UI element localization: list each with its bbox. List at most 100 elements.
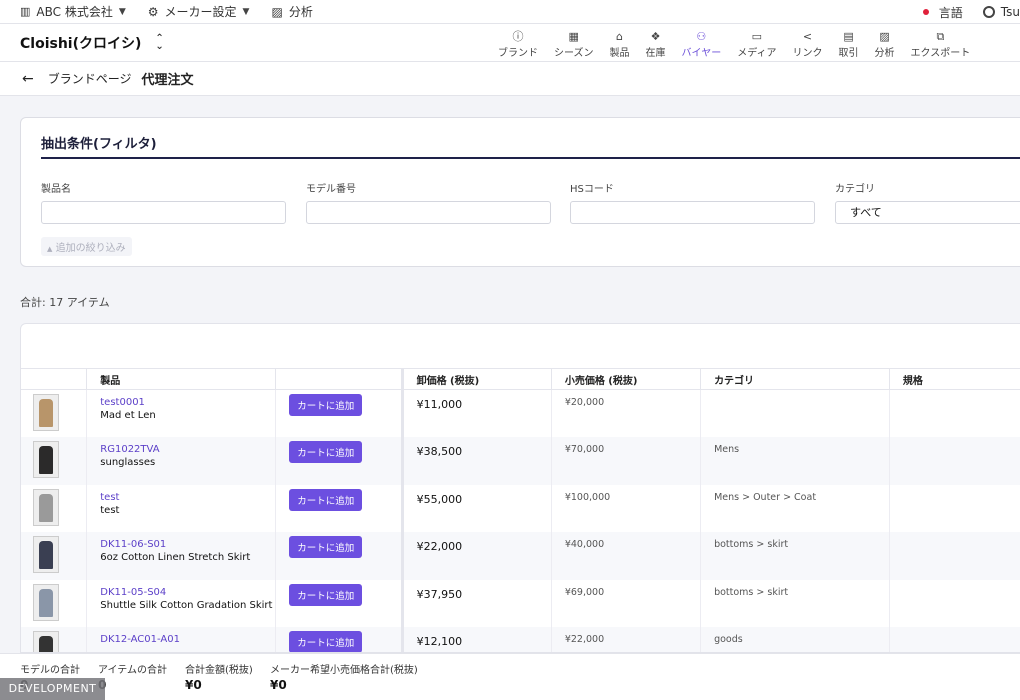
nav-item-receipt[interactable]: ▤ 取引 bbox=[831, 28, 867, 60]
product-image bbox=[39, 446, 53, 474]
product-thumbnail[interactable] bbox=[33, 441, 59, 478]
add-to-cart-button[interactable]: カートに追加 bbox=[289, 631, 363, 652]
category-select[interactable]: すべて bbox=[835, 201, 1020, 224]
retail-price: ¥70,000 bbox=[551, 437, 702, 485]
language-menu[interactable]: 言語 bbox=[922, 4, 963, 21]
product-thumbnail[interactable] bbox=[33, 536, 59, 573]
chart-icon: ▨ bbox=[879, 29, 890, 43]
totals-footer: モデルの合計 0 アイテムの合計 0 合計金額(税抜) ¥0 メーカー希望小売価… bbox=[0, 653, 1020, 700]
product-image bbox=[39, 541, 53, 569]
company-name: ABC 株式会社 bbox=[36, 5, 113, 19]
product-code-link[interactable]: DK12-AC01-A01 bbox=[100, 634, 275, 645]
product-thumbnail[interactable] bbox=[33, 488, 59, 526]
nav-item-cast[interactable]: ▭ メディア bbox=[729, 28, 784, 60]
wholesale-price: ¥11,000 bbox=[402, 389, 552, 437]
product-code-link[interactable]: RG1022TVA bbox=[100, 444, 275, 455]
action-cell: カートに追加 bbox=[275, 389, 404, 437]
user-menu[interactable]: Tsu bbox=[982, 5, 1020, 19]
spec-cell bbox=[889, 627, 1020, 652]
hanger-icon: ⌂ bbox=[616, 29, 623, 43]
product-thumbnail[interactable] bbox=[33, 583, 59, 621]
product-code-link[interactable]: DK11-06-S01 bbox=[100, 539, 275, 550]
nav-item-people[interactable]: ⚇ バイヤー bbox=[674, 28, 730, 60]
filter-card: 抽出条件(フィルタ) 製品名 モデル番号 HSコード カテゴリ すべて ▲ 追加… bbox=[20, 117, 1020, 267]
nav-item-boxes[interactable]: ❖ 在庫 bbox=[638, 28, 674, 60]
spec-cell bbox=[889, 579, 1020, 627]
receipt-icon: ▤ bbox=[843, 29, 854, 43]
model-number-label: モデル番号 bbox=[306, 184, 356, 195]
product-code-link[interactable]: test bbox=[100, 492, 275, 503]
product-cell: DK11-05-S04 Shuttle Silk Cotton Gradation… bbox=[86, 579, 277, 627]
table-row: test0001 Mad et Len カートに追加 ¥11,000 ¥20,000 bbox=[21, 389, 1020, 437]
model-number-input[interactable] bbox=[306, 201, 551, 224]
table-row: test test カートに追加 ¥55,000 ¥100,000 Mens > Oute… bbox=[21, 484, 1020, 532]
col-thumb bbox=[21, 368, 88, 390]
product-code-link[interactable]: test0001 bbox=[100, 397, 275, 408]
nav-item-grid[interactable]: ▦ シーズン bbox=[546, 28, 602, 60]
back-arrow-icon[interactable]: ← bbox=[22, 71, 34, 87]
total-items: アイテムの合計 0 bbox=[98, 661, 167, 692]
nav-item-label: メディア bbox=[737, 47, 777, 59]
hs-code-field: HSコード bbox=[570, 180, 815, 224]
nav-item-label: シーズン bbox=[554, 47, 594, 59]
category-field: カテゴリ すべて bbox=[835, 180, 1020, 224]
add-to-cart-button[interactable]: カートに追加 bbox=[289, 488, 363, 511]
model-number-field: モデル番号 bbox=[306, 180, 551, 224]
people-icon: ⚇ bbox=[696, 29, 707, 43]
thumb-cell bbox=[21, 532, 88, 580]
retail-price: ¥40,000 bbox=[551, 532, 702, 580]
category-cell: bottoms > skirt bbox=[700, 579, 890, 627]
category-cell: goods bbox=[700, 627, 890, 652]
product-table: 製品 卸価格 (税抜) 小売価格 (税抜) カテゴリ 規格 test0001 Ma… bbox=[21, 368, 1020, 652]
retail-price: ¥22,000 bbox=[551, 627, 702, 652]
cast-icon: ▭ bbox=[751, 29, 763, 43]
analytics-link[interactable]: ▨ 分析 bbox=[271, 3, 312, 20]
product-code-link[interactable]: DK11-05-S04 bbox=[100, 587, 275, 598]
retail-price: ¥100,000 bbox=[551, 484, 702, 532]
add-to-cart-button[interactable]: カートに追加 bbox=[289, 583, 363, 606]
nav-item-label: バイヤー bbox=[681, 47, 722, 59]
grid-icon: ▦ bbox=[568, 29, 579, 43]
col-wholesale[interactable]: 卸価格 (税抜) bbox=[402, 368, 552, 390]
breadcrumb-parent[interactable]: ブランドページ bbox=[48, 70, 132, 87]
wholesale-price: ¥55,000 bbox=[402, 484, 552, 532]
brand-switcher[interactable]: Cloishi(クロイシ) ⌃ ⌄ bbox=[20, 33, 164, 53]
hs-code-input[interactable] bbox=[570, 201, 815, 224]
retail-price: ¥69,000 bbox=[551, 579, 702, 627]
col-spec: 規格 bbox=[889, 368, 1020, 390]
total-retail-label: メーカー希望小売価格合計(税抜) bbox=[270, 665, 418, 676]
col-retail[interactable]: 小売価格 (税抜) bbox=[551, 368, 702, 390]
company-switcher[interactable]: ▥ ABC 株式会社 ▼ bbox=[20, 3, 126, 20]
add-to-cart-button[interactable]: カートに追加 bbox=[289, 441, 363, 463]
nav-item-share[interactable]: < リンク bbox=[785, 28, 831, 60]
nav-item-chart[interactable]: ▨ 分析 bbox=[867, 28, 903, 60]
add-to-cart-button[interactable]: カートに追加 bbox=[289, 536, 363, 558]
spec-cell bbox=[889, 532, 1020, 580]
product-name: Shuttle Silk Cotton Gradation Skirt bbox=[100, 599, 273, 611]
nav-item-hanger[interactable]: ⌂ 製品 bbox=[602, 28, 638, 60]
nav-item-label: 取引 bbox=[838, 47, 859, 59]
nav-item-info[interactable]: ⓘ ブランド bbox=[490, 28, 546, 60]
product-name-label: 製品名 bbox=[41, 184, 71, 195]
table-row: DK11-05-S04 Shuttle Silk Cotton Gradation… bbox=[21, 579, 1020, 627]
caret-down-icon: ▼ bbox=[242, 6, 250, 17]
info-icon: ⓘ bbox=[512, 29, 524, 43]
category-cell bbox=[700, 389, 890, 437]
caret-up-icon: ▲ bbox=[47, 245, 53, 253]
category-cell: Mens > Outer > Coat bbox=[700, 484, 890, 532]
spec-cell bbox=[889, 437, 1020, 485]
product-cell: test test bbox=[86, 484, 277, 532]
product-thumbnail[interactable] bbox=[33, 631, 59, 652]
add-to-cart-button[interactable]: カートに追加 bbox=[289, 394, 363, 416]
more-filters-button[interactable]: ▲ 追加の絞り込み bbox=[41, 237, 132, 256]
product-name-input[interactable] bbox=[41, 201, 286, 224]
nav-item-label: 分析 bbox=[874, 47, 895, 59]
wholesale-price: ¥38,500 bbox=[402, 437, 552, 485]
maker-settings-menu[interactable]: ⚙ メーカー設定 ▼ bbox=[148, 3, 250, 20]
spec-cell bbox=[889, 484, 1020, 532]
total-retail-value: ¥0 bbox=[270, 678, 287, 692]
nav-item-export[interactable]: ⧉ エクスポート bbox=[903, 28, 979, 60]
product-thumbnail[interactable] bbox=[33, 394, 59, 431]
product-image bbox=[39, 636, 53, 652]
col-category[interactable]: カテゴリ bbox=[700, 368, 890, 390]
